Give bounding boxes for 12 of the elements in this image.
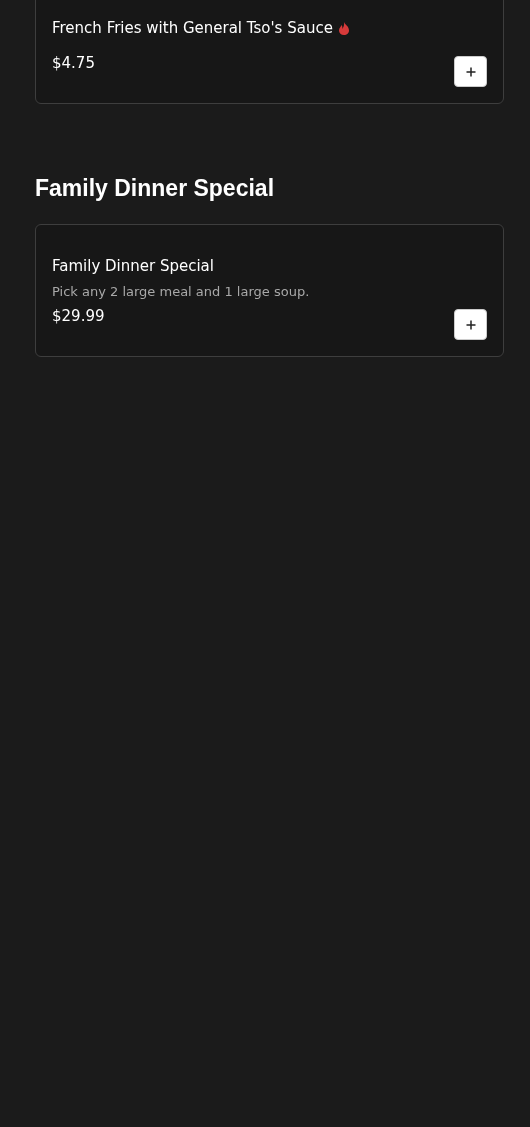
item-price: $4.75 bbox=[52, 53, 96, 73]
plus-icon bbox=[465, 66, 476, 77]
item-name: Family Dinner Special bbox=[52, 256, 214, 276]
plus-icon bbox=[465, 319, 476, 330]
section-heading: Family Dinner Special bbox=[35, 174, 276, 202]
add-button[interactable] bbox=[454, 56, 487, 87]
item-description: Pick any 2 large meal and 1 large soup. bbox=[52, 283, 310, 301]
item-name: French Fries with General Tso's Sauce bbox=[52, 18, 333, 38]
item-price: $29.99 bbox=[52, 306, 106, 326]
menu-item-card[interactable]: Family Dinner Special Pick any 2 large meal and 1 large soup. $29.99 bbox=[35, 224, 504, 357]
menu-item-card[interactable]: French Fries with General Tso's Sauce $4.75 bbox=[35, 0, 504, 104]
add-button[interactable] bbox=[454, 309, 487, 340]
